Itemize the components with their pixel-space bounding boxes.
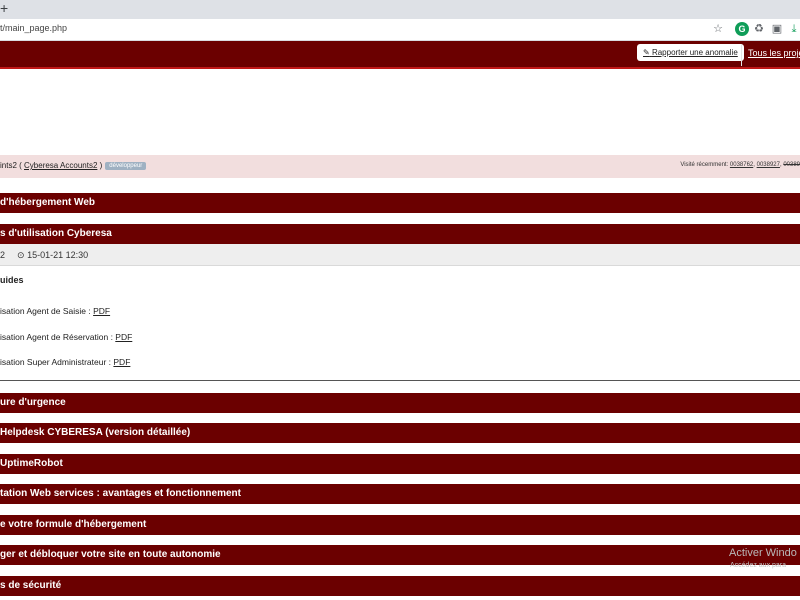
section-title: s d'utilisation Cyberesa [0, 228, 112, 239]
section-bar[interactable]: tation Web services : avantages et fonct… [0, 484, 800, 504]
recent-item[interactable]: 0038762 [730, 162, 753, 168]
edit-icon: ✎ [643, 48, 650, 57]
breadcrumb-suffix: ) [97, 161, 103, 170]
recently-visited-label: Visité récemment: [680, 162, 730, 168]
guide-label: isation Agent de Réservation : [0, 332, 116, 342]
section-title: UptimeRobot [0, 458, 63, 469]
all-projects-link[interactable]: Tous les proje [748, 48, 800, 58]
browser-tabstrip: + [0, 0, 800, 19]
breadcrumb-prefix: ints2 ( [0, 161, 25, 170]
guide-label: isation Super Administrateur : [0, 357, 114, 367]
report-anomaly-label: Rapporter une anomalie [651, 48, 738, 57]
address-bar[interactable]: t/main_page.php [0, 23, 67, 33]
site-header: ✎ Rapporter une anomalie Tous les proje [0, 41, 800, 69]
recent-item[interactable]: 0038927 [757, 162, 780, 168]
recently-visited: Visité récemment: 0038762, 0038927, 0038… [680, 162, 800, 168]
section-title: ure d'urgence [0, 397, 66, 408]
breadcrumb: ints2 ( Cyberesa Accounts2 ) développeur [0, 161, 147, 170]
section-title: d'hébergement Web [0, 197, 95, 208]
guide-label: isation Agent de Saisie : [0, 306, 94, 316]
clock-icon: ⊙ [17, 250, 25, 260]
grammarly-icon[interactable]: G [735, 22, 749, 36]
pdf-link[interactable]: PDF [93, 306, 110, 316]
section-bar[interactable]: UptimeRobot [0, 454, 800, 474]
pdf-link[interactable]: PDF [115, 332, 132, 342]
section-bar[interactable]: d'hébergement Web [0, 193, 800, 213]
star-icon[interactable]: ☆ [711, 22, 725, 36]
recent-item[interactable]: 00389 [783, 162, 800, 168]
section-meta-bar: 2 ⊙ 15-01-21 12:30 [0, 244, 800, 266]
activation-watermark-title: Activer Windo [729, 547, 797, 559]
new-tab-button[interactable]: + [0, 1, 8, 15]
section-bar[interactable]: e votre formule d'hébergement [0, 515, 800, 535]
guide-item: isation Super Administrateur : PDF [0, 357, 130, 367]
section-bar[interactable]: s de sécurité [0, 576, 800, 596]
section-meta: 2 ⊙ 15-01-21 12:30 [0, 250, 88, 261]
guides-heading: uides [0, 275, 24, 285]
breadcrumb-project-link[interactable]: Cyberesa Accounts2 [24, 161, 97, 170]
browser-toolbar: t/main_page.php ☆ G ♻ ▣ ⤓ [0, 19, 800, 41]
meta-datetime: 15-01-21 12:30 [27, 250, 89, 260]
header-divider [741, 44, 742, 66]
download-icon[interactable]: ⤓ [787, 22, 800, 36]
pdf-link[interactable]: PDF [113, 357, 130, 367]
section-title: e votre formule d'hébergement [0, 519, 147, 530]
section-title: tation Web services : avantages et fonct… [0, 488, 241, 499]
section-bar[interactable]: s d'utilisation Cyberesa [0, 224, 800, 244]
activation-watermark-subtitle: Accédez aux para [730, 562, 787, 569]
section-content: uides isation Agent de Saisie : PDF isat… [0, 266, 800, 381]
report-anomaly-button[interactable]: ✎ Rapporter une anomalie [637, 44, 744, 61]
section-bar[interactable]: ger et débloquer votre site en toute aut… [0, 545, 800, 565]
role-badge: développeur [105, 162, 147, 170]
recycle-icon[interactable]: ♻ [752, 22, 766, 36]
app-root: + t/main_page.php ☆ G ♻ ▣ ⤓ ✎ Rapporter … [0, 0, 800, 600]
section-title: ger et débloquer votre site en toute aut… [0, 549, 221, 560]
guide-item: isation Agent de Réservation : PDF [0, 332, 132, 342]
guide-item: isation Agent de Saisie : PDF [0, 306, 110, 316]
meta-id: 2 [0, 250, 6, 260]
extension-icon[interactable]: ▣ [770, 22, 784, 36]
section-bar[interactable]: ure d'urgence [0, 393, 800, 413]
section-title: s de sécurité [0, 580, 62, 591]
breadcrumb-bar: ints2 ( Cyberesa Accounts2 ) développeur … [0, 155, 800, 178]
section-title: Helpdesk CYBERESA (version détaillée) [0, 427, 191, 438]
section-bar[interactable]: Helpdesk CYBERESA (version détaillée) [0, 423, 800, 443]
